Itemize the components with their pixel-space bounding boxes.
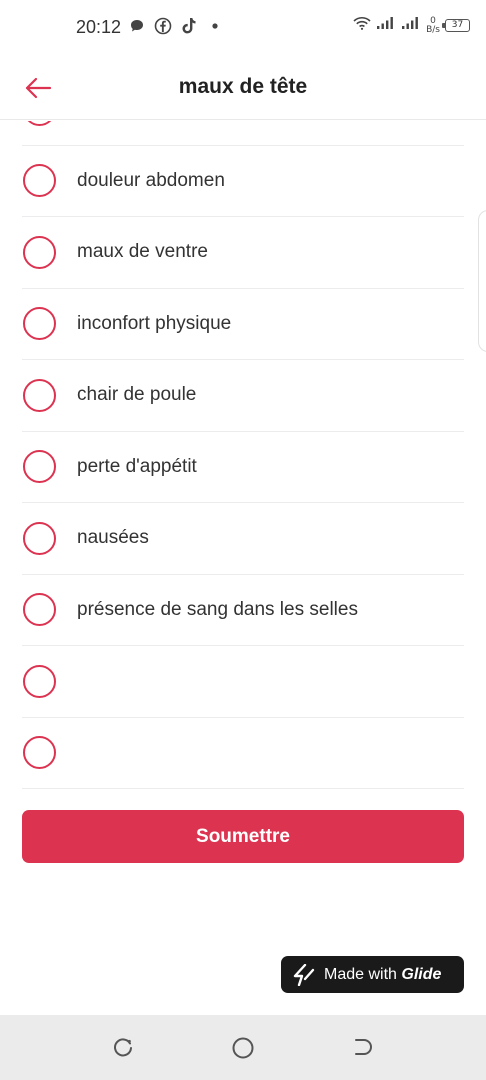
list-item-label: douleur abdomen [77, 169, 225, 191]
tiktok-icon [180, 17, 198, 35]
nav-back-button[interactable] [350, 1035, 376, 1061]
battery-icon: 37 [442, 19, 470, 32]
list-item[interactable]: présence de sang dans les selles [22, 575, 464, 646]
list-item-label: inconfort physique [77, 312, 232, 334]
list-item-label: chair de poule [77, 384, 197, 406]
recent-apps-button[interactable] [110, 1035, 136, 1061]
list-item-label: maux de ventre [77, 241, 208, 263]
status-time: 20:12 [76, 17, 122, 37]
radio-button[interactable] [23, 521, 56, 555]
signal-icon [401, 16, 421, 35]
radio-button[interactable] [23, 235, 56, 269]
facebook-icon [154, 17, 172, 35]
list-item[interactable]: nausées [22, 503, 464, 575]
dot-icon [206, 17, 224, 35]
radio-button[interactable] [23, 307, 56, 341]
badge-text: Made with Glide [324, 966, 441, 984]
list-item-label: perte d'appétit [77, 455, 197, 477]
list-item[interactable]: maux de ventre [22, 217, 464, 289]
list-item[interactable] [22, 121, 464, 146]
radio-button[interactable] [23, 736, 56, 770]
radio-button[interactable] [23, 378, 56, 412]
symptom-list-items: douleur abdomen maux de ventre inconfort… [0, 121, 486, 789]
made-with-glide-badge[interactable]: Made with Glide [281, 956, 464, 993]
page-title: maux de tête [178, 75, 308, 98]
list-item[interactable]: douleur abdomen [22, 146, 464, 217]
radio-button[interactable] [23, 121, 56, 126]
network-speed: 0 B/s [426, 16, 440, 35]
home-button[interactable] [230, 1035, 256, 1061]
list-item[interactable] [22, 646, 464, 718]
notification-icons [128, 17, 224, 35]
signal-icon [376, 16, 396, 35]
radio-button[interactable] [23, 164, 56, 198]
app-header: maux de tête [0, 56, 486, 120]
list-item-label: présence de sang dans les selles [77, 598, 358, 620]
network-speed-unit: B/s [426, 24, 440, 35]
list-item[interactable]: chair de poule [22, 360, 464, 432]
recent-apps-icon [114, 1038, 132, 1057]
badge-prefix: Made with [324, 965, 397, 983]
badge-brand: Glide [401, 965, 442, 983]
chat-bubble-icon [128, 17, 146, 35]
system-icons: 0 B/s 37 [353, 16, 470, 35]
radio-button[interactable] [23, 450, 56, 484]
wifi-icon [353, 16, 371, 35]
edge-panel-handle[interactable] [478, 210, 486, 352]
home-icon [232, 1037, 254, 1059]
symptom-list[interactable]: douleur abdomen maux de ventre inconfort… [0, 121, 486, 791]
radio-button[interactable] [23, 593, 56, 627]
submit-button[interactable]: Soumettre [22, 810, 464, 863]
status-bar: 20:12 0 B/s 37 [0, 0, 486, 56]
list-item[interactable]: perte d'appétit [22, 432, 464, 503]
radio-button[interactable] [23, 664, 56, 698]
list-item-label: nausées [77, 527, 149, 549]
glide-bolt-icon [293, 963, 315, 986]
system-nav-bar [0, 1015, 486, 1080]
list-item[interactable]: inconfort physique [22, 289, 464, 360]
back-icon [355, 1039, 372, 1055]
list-item[interactable] [22, 718, 464, 789]
